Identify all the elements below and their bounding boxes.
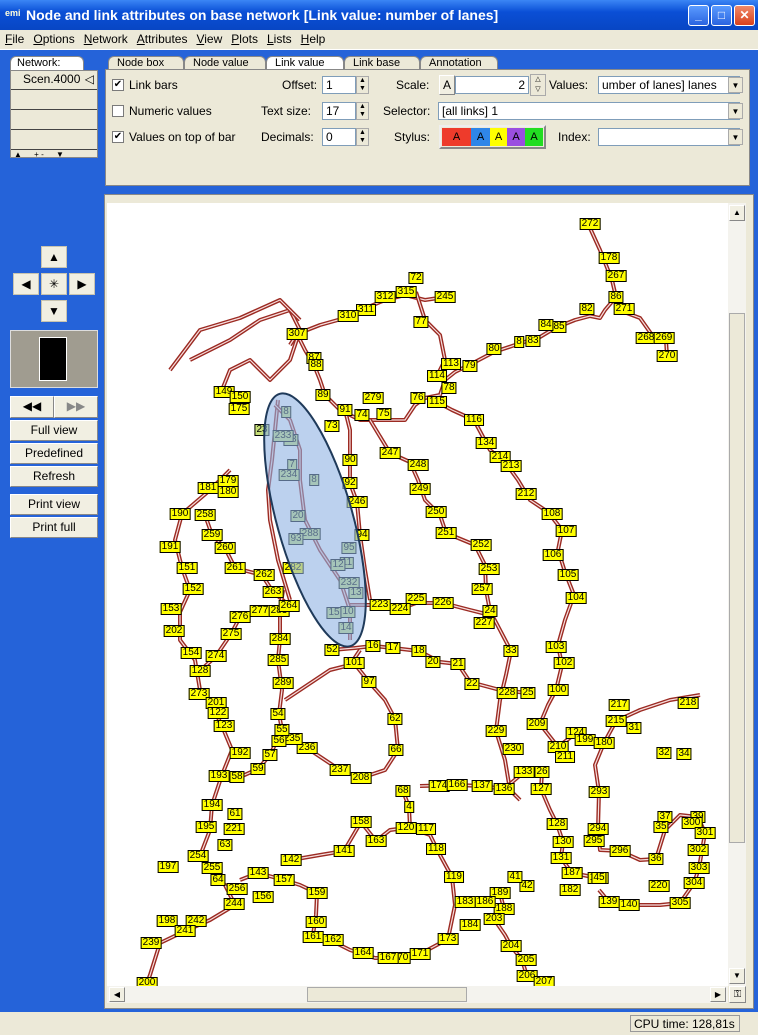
viewport-indicator[interactable]	[39, 337, 67, 381]
chevron-down-icon[interactable]: ▼	[728, 129, 743, 145]
scroll-down-icon[interactable]: ▼	[56, 150, 64, 159]
stylus-label: Stylus:	[394, 130, 431, 144]
scroll-down-button[interactable]: ▼	[729, 968, 745, 984]
stylus-swatch-purple: A	[507, 128, 525, 146]
pan-down-button[interactable]: ▼	[41, 300, 67, 322]
zoom-center-button[interactable]: ✳	[41, 273, 67, 295]
scroll-up-button[interactable]: ▲	[729, 205, 745, 221]
selector-label: Selector:	[383, 104, 431, 118]
selection-overlay	[243, 384, 387, 657]
print-view-button[interactable]: Print view	[10, 494, 98, 515]
offset-spinner[interactable]: ▲ ▼	[356, 76, 369, 94]
values-on-top-label: Values on top of bar	[129, 130, 236, 144]
text-size-label: Text size:	[261, 104, 312, 118]
overview-map[interactable]	[10, 330, 98, 388]
pan-up-button[interactable]: ▲	[41, 246, 67, 268]
app-logo: emi	[5, 8, 21, 18]
chevron-down-icon[interactable]: ▼	[728, 103, 743, 119]
numeric-values-label: Numeric values	[129, 104, 212, 118]
scenario-slot[interactable]	[11, 90, 97, 110]
values-dropdown[interactable]: umber of lanes] lanes	[598, 76, 740, 94]
decimals-input[interactable]: 0	[322, 128, 356, 146]
vertical-scroll-thumb[interactable]	[729, 313, 745, 843]
values-label: Values:	[549, 78, 589, 92]
status-bar: CPU time: 128,81s	[0, 1012, 758, 1035]
pan-right-button[interactable]: ▶	[69, 273, 95, 295]
scroll-left-button[interactable]: ◀	[109, 987, 125, 1002]
scale-spinner[interactable]: △ ▽	[530, 74, 546, 96]
back-button[interactable]: ◀◀	[10, 396, 54, 418]
forward-button[interactable]: ▶▶	[54, 396, 98, 418]
decimals-spinner[interactable]: ▲ ▼	[356, 128, 369, 146]
text-size-spinner[interactable]: ▲ ▼	[356, 102, 369, 120]
scenario-item[interactable]: Scen.4000 ◁	[11, 71, 97, 90]
selector-dropdown[interactable]: [all links] 1	[438, 102, 740, 120]
refresh-button[interactable]: Refresh	[10, 466, 98, 487]
scroll-up-icon[interactable]: ▲	[14, 150, 22, 159]
tab-link-base[interactable]: Link base	[344, 56, 420, 70]
maximize-button[interactable]: □	[711, 5, 732, 26]
triangle-left-icon: ◁	[84, 72, 94, 86]
scenario-label: Scen.4000	[23, 72, 81, 86]
stylus-swatch-yellow: A	[490, 128, 507, 146]
scenario-slot[interactable]	[11, 110, 97, 130]
print-full-button[interactable]: Print full	[10, 517, 98, 538]
menu-bar: File Options Network Attributes View Plots Lis…	[0, 30, 758, 50]
tab-annotation[interactable]: Annotation	[420, 56, 498, 70]
remove-icon[interactable]: -	[41, 150, 44, 159]
cpu-time: CPU time: 128,81s	[630, 1015, 740, 1032]
stylus-swatch-red: A	[442, 128, 471, 146]
network-map[interactable]: 272 178 267 86 271 268 269 270 82 85 84 83 8 80 79 113 1…	[107, 203, 728, 986]
offset-label: Offset:	[282, 78, 318, 92]
add-icon[interactable]: +	[34, 150, 39, 159]
title-bar: emi Node and link attributes on base net…	[0, 0, 758, 30]
text-size-input[interactable]: 17	[322, 102, 356, 120]
decimals-label: Decimals:	[261, 130, 314, 144]
scale-input[interactable]: 2	[455, 76, 529, 94]
link-value-panel: ✔ Link bars Numeric values ✔ Values on t…	[105, 69, 750, 186]
scroll-right-button[interactable]: ▶	[710, 987, 726, 1002]
menu-file[interactable]: File	[0, 30, 28, 46]
stylus-swatch-green: A	[525, 128, 543, 146]
scale-font-button[interactable]: A	[439, 75, 455, 95]
vertical-scrollbar[interactable]: ▲ ▼	[728, 203, 746, 986]
menu-help[interactable]: Help	[296, 30, 330, 46]
selection-ellipse[interactable]	[243, 384, 387, 657]
menu-network[interactable]: Network	[79, 30, 132, 46]
close-button[interactable]: ✕	[734, 5, 755, 26]
menu-options[interactable]: Options	[28, 30, 78, 46]
menu-plots[interactable]: Plots	[226, 30, 262, 46]
offset-input[interactable]: 1	[322, 76, 356, 94]
minimize-button[interactable]: _	[688, 5, 709, 26]
numeric-values-checkbox[interactable]	[112, 105, 124, 117]
tab-network[interactable]: Network:	[10, 56, 84, 70]
stylus-button[interactable]: AAAAA	[439, 125, 546, 149]
scenario-slot[interactable]	[11, 130, 97, 150]
tab-node-box[interactable]: Node box	[108, 56, 184, 70]
tab-link-value[interactable]: Link value	[266, 56, 344, 70]
horizontal-scroll-thumb[interactable]	[307, 987, 467, 1002]
tab-node-value[interactable]: Node value	[184, 56, 266, 70]
link-bars-label: Link bars	[129, 78, 178, 92]
window-title: Node and link attributes on base network…	[26, 7, 499, 23]
menu-lists[interactable]: Lists	[262, 30, 296, 46]
chevron-down-icon[interactable]: ▼	[728, 77, 743, 93]
scale-label: Scale:	[396, 78, 430, 92]
index-label: Index:	[558, 130, 591, 144]
pan-left-button[interactable]: ◀	[13, 273, 39, 295]
scenario-list: Scen.4000 ◁ ▲ + - ▼	[10, 70, 98, 159]
menu-attributes[interactable]: Attributes	[132, 30, 192, 46]
index-dropdown[interactable]	[598, 128, 740, 146]
stylus-swatch-blue: A	[471, 128, 490, 146]
menu-view[interactable]: View	[191, 30, 226, 46]
horizontal-scrollbar[interactable]: ◀ ▶	[107, 986, 728, 1003]
link-bars-checkbox[interactable]: ✔	[112, 79, 124, 91]
full-view-button[interactable]: Full view	[10, 420, 98, 441]
corner-key-icon[interactable]: ⚿	[729, 986, 746, 1003]
values-on-top-checkbox[interactable]: ✔	[112, 131, 124, 143]
predefined-button[interactable]: Predefined	[10, 443, 98, 464]
